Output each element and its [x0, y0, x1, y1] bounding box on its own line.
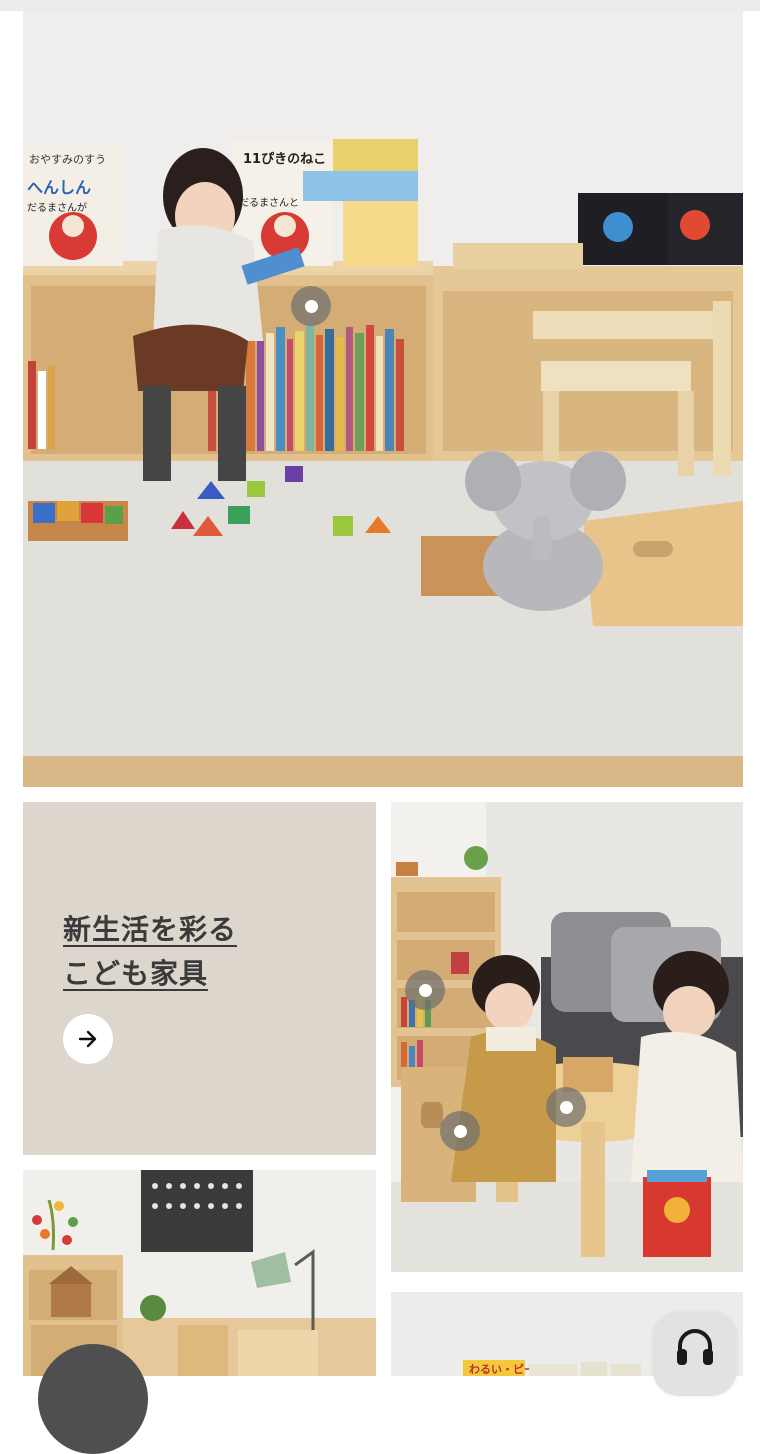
study-scene	[23, 1170, 376, 1376]
dot-icon	[559, 1100, 573, 1114]
kids-table-hotspot-1[interactable]	[405, 970, 445, 1010]
hero-book-label-2: 11ぴきのねこ	[243, 152, 326, 167]
promo-arrow-button[interactable]	[63, 1014, 113, 1064]
promo-title[interactable]: 新生活を彩る こども家具	[63, 908, 237, 996]
kids-table-scene	[391, 802, 743, 1272]
dot-icon	[304, 299, 318, 313]
floating-menu-button[interactable]	[38, 1344, 148, 1454]
hero-book-label-5: だるまさんと	[239, 197, 299, 209]
kids-table-hotspot-2[interactable]	[440, 1111, 480, 1151]
top-bar	[0, 0, 760, 11]
study-photo[interactable]	[23, 1170, 376, 1376]
hero-scene: おやすみのすう 11ぴきのねこ へんしん だるまさんが だるまさんと	[23, 11, 743, 787]
support-chat-button[interactable]	[653, 1312, 737, 1396]
promo-title-line-1: 新生活を彩る	[63, 913, 238, 946]
headset-icon	[677, 1329, 713, 1365]
hero-book-label-4: だるまさんが	[27, 201, 87, 214]
hero-book-label-1: おやすみのすう	[29, 153, 106, 166]
kids-table-photo[interactable]	[391, 802, 743, 1272]
promo-title-line-2: こども家具	[63, 957, 209, 990]
dot-icon	[418, 983, 432, 997]
hero-hotspot[interactable]	[291, 286, 331, 326]
hero-photo[interactable]: おやすみのすう 11ぴきのねこ へんしん だるまさんが だるまさんと	[23, 11, 743, 787]
dot-icon	[453, 1124, 467, 1138]
promo-card[interactable]: 新生活を彩る こども家具	[23, 802, 376, 1155]
hero-book-label-3: へんしん	[27, 178, 91, 197]
arrow-right-icon	[78, 1030, 97, 1048]
kids-table-hotspot-3[interactable]	[546, 1087, 586, 1127]
